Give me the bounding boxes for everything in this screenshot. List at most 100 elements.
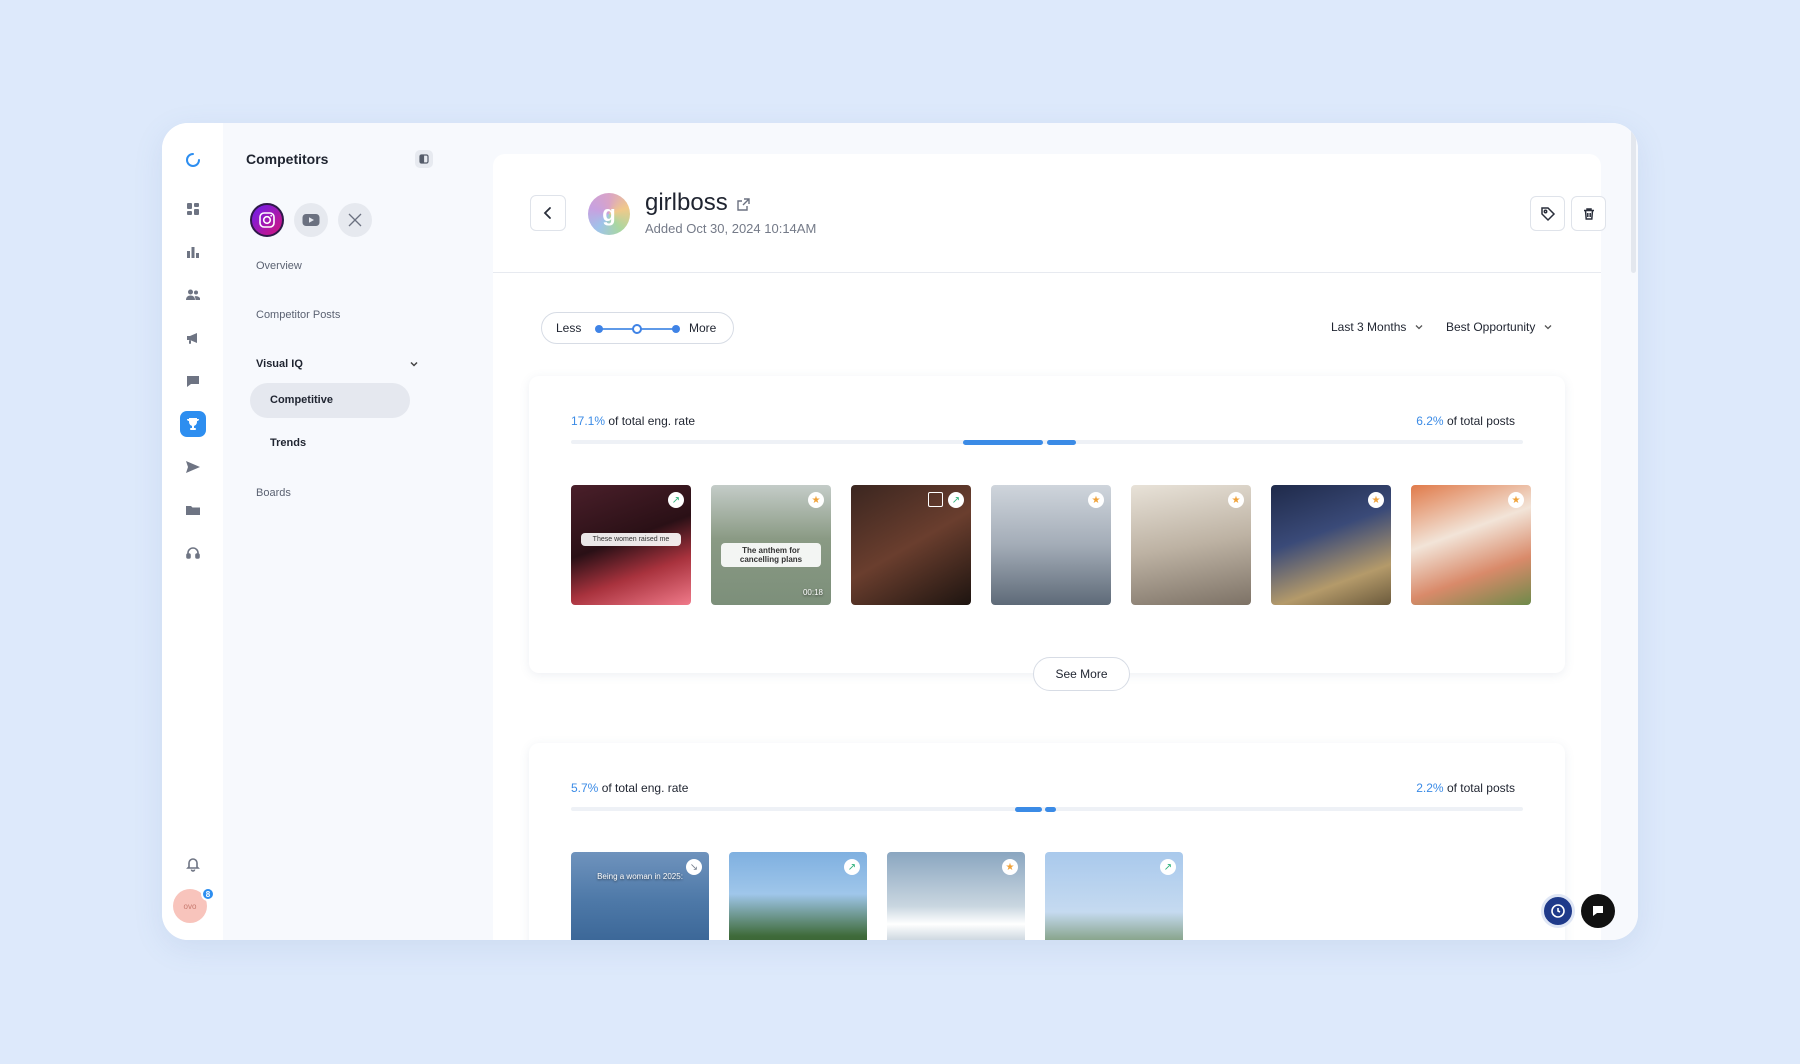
see-more-button[interactable]: See More (1033, 657, 1130, 691)
opportunity-card-1: 17.1% of total eng. rate 6.2% of total p… (529, 376, 1565, 691)
nav-visual-iq[interactable]: Visual IQ (256, 358, 303, 370)
eng-rate-label: of total eng. rate (601, 781, 689, 795)
less-more-slider[interactable]: Less More (541, 312, 734, 344)
trend-up-icon: ↗ (844, 859, 860, 875)
posts-segment (1047, 440, 1076, 445)
posts-pct: 6.2% (1416, 414, 1444, 428)
post-thumbnail[interactable]: ↗ (1045, 852, 1183, 940)
collapse-sidebar-icon[interactable] (415, 150, 433, 168)
main-area: g girlboss Added Oct 30, 2024 10:14AM Le… (493, 123, 1638, 940)
carousel-icon (928, 492, 943, 507)
delete-button[interactable] (1571, 196, 1606, 231)
eng-rate-segment (1015, 807, 1042, 812)
bell-icon[interactable] (180, 851, 206, 877)
star-icon: ★ (1508, 492, 1524, 508)
headset-icon[interactable] (180, 540, 206, 566)
eng-rate-stat: 5.7% of total eng. rate (571, 781, 688, 795)
external-link-icon[interactable] (736, 197, 751, 217)
post-thumbnail[interactable]: These women raised me ↗ (571, 485, 691, 605)
post-caption: The anthem for cancelling plans (721, 543, 821, 567)
star-icon: ★ (808, 492, 824, 508)
post-thumbnail[interactable]: ↗ (851, 485, 971, 605)
brand-avatar: g (588, 193, 630, 235)
post-thumbnail[interactable]: ↗ (729, 852, 867, 940)
post-caption: These women raised me (581, 533, 681, 546)
chevron-down-icon[interactable] (409, 356, 419, 374)
distribution-bar (571, 440, 1523, 445)
posts-segment (1045, 807, 1056, 812)
star-icon: ★ (1228, 492, 1244, 508)
tag-button[interactable] (1530, 196, 1565, 231)
trophy-icon[interactable] (180, 411, 206, 437)
scrollbar[interactable] (1631, 123, 1636, 273)
app-window: ovo 8 Competitors Overview Competitor Po… (162, 123, 1638, 940)
eng-rate-pct: 17.1% (571, 414, 606, 428)
nav-overview[interactable]: Overview (256, 260, 302, 272)
date-range-dropdown[interactable]: Last 3 Months (1331, 320, 1424, 334)
assistant-button[interactable] (1541, 894, 1575, 928)
nav-trends[interactable]: Trends (270, 437, 306, 449)
trend-down-icon: ↘ (686, 859, 702, 875)
sidebar-title: Competitors (246, 151, 329, 167)
post-thumbnail[interactable]: ★ (1131, 485, 1251, 605)
nav-boards[interactable]: Boards (256, 487, 291, 499)
icon-rail: ovo 8 (162, 123, 223, 940)
send-icon[interactable] (180, 454, 206, 480)
chevron-down-icon (1544, 325, 1552, 330)
opportunity-card-2: 5.7% of total eng. rate 2.2% of total po… (529, 743, 1565, 940)
added-date: Added Oct 30, 2024 10:14AM (645, 221, 817, 236)
megaphone-icon[interactable] (180, 325, 206, 351)
slider-handle[interactable] (632, 324, 642, 334)
distribution-bar (571, 807, 1523, 812)
analytics-icon[interactable] (180, 239, 206, 265)
post-caption: Being a woman in 2025: (597, 872, 683, 881)
slider-less-label: Less (556, 321, 582, 335)
eng-rate-segment (963, 440, 1043, 445)
chevron-down-icon (1415, 325, 1423, 330)
posts-label: of total posts (1446, 414, 1515, 428)
post-thumbnail[interactable]: The anthem for cancelling plans 00:18 ★ (711, 485, 831, 605)
trend-up-icon: ↗ (1160, 859, 1176, 875)
sort-dropdown[interactable]: Best Opportunity (1446, 320, 1553, 334)
brand-name: girlboss (645, 189, 728, 216)
instagram-icon[interactable] (250, 203, 284, 237)
chat-button[interactable] (1581, 894, 1615, 928)
folder-icon[interactable] (180, 497, 206, 523)
sort-value: Best Opportunity (1446, 320, 1536, 334)
post-thumbnail[interactable]: ★ (1271, 485, 1391, 605)
nav-competitive[interactable]: Competitive (270, 394, 333, 406)
video-duration: 00:18 (802, 588, 823, 597)
slider-stop-high[interactable] (672, 325, 680, 333)
eng-rate-stat: 17.1% of total eng. rate (571, 414, 695, 428)
eng-rate-pct: 5.7% (571, 781, 599, 795)
star-icon: ★ (1002, 859, 1018, 875)
messages-icon[interactable] (180, 368, 206, 394)
audience-icon[interactable] (180, 282, 206, 308)
sidebar: Competitors Overview Competitor Posts Vi… (223, 123, 493, 940)
posts-stat: 6.2% of total posts (1416, 414, 1515, 428)
post-thumbnail[interactable]: Being a woman in 2025: ↘ (571, 852, 709, 940)
date-range-value: Last 3 Months (1331, 320, 1407, 334)
trend-up-icon: ↗ (668, 492, 684, 508)
posts-pct: 2.2% (1416, 781, 1444, 795)
star-icon: ★ (1368, 492, 1384, 508)
app-logo-icon[interactable] (180, 147, 206, 173)
post-thumbnail[interactable]: ★ (991, 485, 1111, 605)
post-thumbnail[interactable]: ★ (887, 852, 1025, 940)
dashboard-icon[interactable] (180, 196, 206, 222)
header-divider (493, 272, 1601, 273)
posts-label: of total posts (1446, 781, 1515, 795)
slider-more-label: More (689, 321, 717, 335)
star-icon: ★ (1088, 492, 1104, 508)
eng-rate-label: of total eng. rate (608, 414, 696, 428)
competitor-panel: g girlboss Added Oct 30, 2024 10:14AM Le… (493, 154, 1606, 940)
youtube-icon[interactable] (294, 203, 328, 237)
notification-badge: 8 (201, 887, 215, 901)
back-button[interactable] (530, 195, 566, 231)
nav-competitor-posts[interactable]: Competitor Posts (256, 309, 340, 321)
x-icon[interactable] (338, 203, 372, 237)
slider-stop-low[interactable] (595, 325, 603, 333)
posts-stat: 2.2% of total posts (1416, 781, 1515, 795)
trend-up-icon: ↗ (948, 492, 964, 508)
post-thumbnail[interactable]: ★ (1411, 485, 1531, 605)
